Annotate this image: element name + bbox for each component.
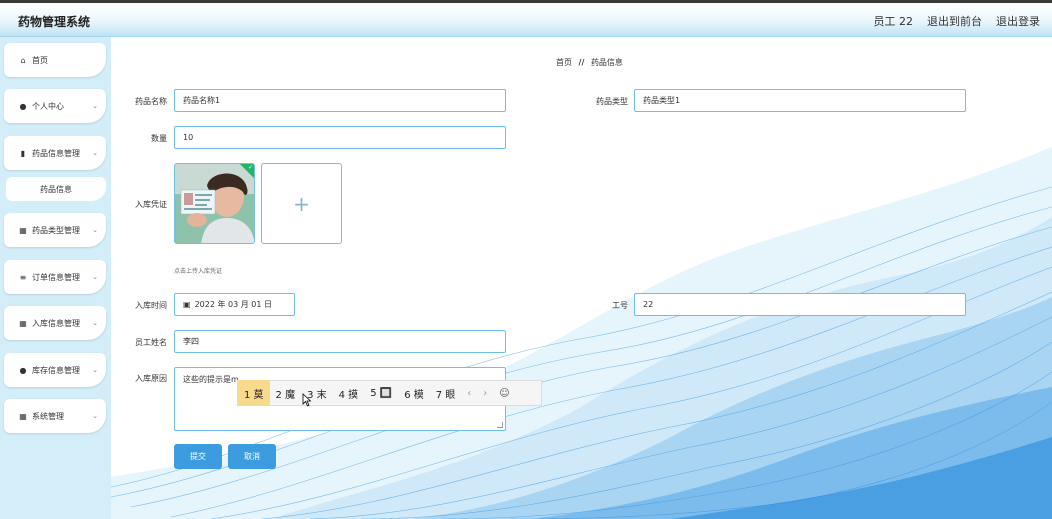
- sidebar-item-system-mgmt[interactable]: ▦ 系统管理 ⌄: [4, 399, 106, 433]
- resize-handle[interactable]: [497, 422, 503, 428]
- sidebar-item-profile[interactable]: ● 个人中心 ⌄: [4, 89, 106, 123]
- employee-name-input[interactable]: 李四: [174, 330, 506, 353]
- quantity-input[interactable]: 10: [174, 126, 506, 149]
- sidebar-item-order-mgmt[interactable]: ≡ 订单信息管理 ⌄: [4, 260, 106, 294]
- sidebar-item-label: 订单信息管理: [32, 272, 80, 282]
- voucher-label: 入库凭证: [135, 200, 167, 209]
- breadcrumb-separator: //: [578, 58, 585, 67]
- sidebar-item-label: 库存信息管理: [32, 365, 80, 375]
- back-to-front-link[interactable]: 退出到前台: [927, 13, 982, 29]
- stock-in-date-value: 2022 年 03 月 01 日: [194, 300, 272, 309]
- sidebar-item-label: 药品类型管理: [32, 225, 80, 235]
- chevron-down-icon: ⌄: [92, 226, 98, 234]
- ime-prev-page-icon[interactable]: ‹: [461, 388, 477, 399]
- sidebar: ⌂ 首页 ● 个人中心 ⌄ ▮ 药品信息管理 ⌄ 药品信息 ▦ 药品类型管理 ⌄…: [0, 37, 111, 519]
- app-title: 药物管理系统: [18, 15, 91, 29]
- table-icon: ▦: [19, 318, 27, 328]
- chevron-down-icon: ⌄: [92, 319, 98, 327]
- check-icon: ✓: [247, 164, 253, 171]
- logout-link[interactable]: 退出登录: [996, 13, 1040, 29]
- sidebar-item-label: 药品信息管理: [32, 148, 80, 158]
- user-icon: ●: [19, 365, 27, 375]
- ime-next-page-icon[interactable]: ›: [477, 388, 493, 399]
- grid-icon: ▦: [19, 225, 27, 235]
- chevron-down-icon: ⌄: [92, 412, 98, 420]
- voucher-upload-hint: 点击上传入库凭证: [174, 268, 223, 275]
- sidebar-item-drug-type-mgmt[interactable]: ▦ 药品类型管理 ⌄: [4, 213, 106, 247]
- ime-candidate[interactable]: 1 莫: [238, 380, 270, 406]
- list-icon: ≡: [19, 272, 27, 282]
- ime-candidate[interactable]: 4 摸: [333, 380, 365, 406]
- sidebar-item-label: 系统管理: [32, 411, 64, 421]
- ime-candidate[interactable]: 5 🔲: [364, 380, 398, 406]
- chevron-down-icon: ⌄: [92, 102, 98, 110]
- drug-name-input[interactable]: 药品名称1: [174, 89, 506, 112]
- user-icon: ●: [19, 101, 27, 111]
- header-links: 员工 22 退出到前台 退出登录: [874, 13, 1041, 29]
- employee-no-label: 工号: [612, 301, 628, 310]
- chevron-down-icon: ⌄: [92, 273, 98, 281]
- sidebar-subitem-drug-info[interactable]: 药品信息: [6, 177, 106, 201]
- stock-in-time-label: 入库时间: [135, 301, 167, 310]
- ime-candidate[interactable]: 7 眼: [430, 380, 462, 406]
- emoji-icon[interactable]: ☺: [499, 388, 509, 399]
- cancel-button[interactable]: 取消: [228, 444, 276, 469]
- sidebar-item-label: 个人中心: [32, 101, 64, 111]
- breadcrumb-home[interactable]: 首页: [556, 58, 572, 67]
- drug-type-input[interactable]: 药品类型1: [634, 89, 966, 112]
- sidebar-item-home[interactable]: ⌂ 首页: [4, 43, 106, 77]
- employee-no-input[interactable]: 22: [634, 293, 966, 316]
- breadcrumb-current: 药品信息: [590, 58, 623, 67]
- ime-candidate[interactable]: 2 魔: [270, 380, 302, 406]
- drug-name-label: 药品名称: [135, 97, 167, 106]
- book-icon: ▮: [20, 148, 26, 158]
- sidebar-item-drug-info-mgmt[interactable]: ▮ 药品信息管理 ⌄: [4, 136, 106, 170]
- calendar-icon: ▣: [183, 300, 191, 309]
- sidebar-subitem-label: 药品信息: [40, 184, 72, 194]
- chevron-down-icon: ⌄: [92, 366, 98, 374]
- sidebar-item-label: 首页: [32, 55, 48, 65]
- employee-name-label: 员工姓名: [135, 338, 167, 347]
- plus-icon: +: [293, 191, 310, 216]
- stock-in-reason-label: 入库原因: [135, 374, 167, 383]
- upload-add-button[interactable]: +: [261, 163, 342, 244]
- grid-icon: ▦: [19, 411, 27, 421]
- stock-in-reason-text: 这些的提示是m: [183, 375, 239, 384]
- sidebar-item-inventory-mgmt[interactable]: ● 库存信息管理 ⌄: [4, 353, 106, 387]
- breadcrumb: 首页 // 药品信息: [556, 57, 623, 68]
- current-user-label[interactable]: 员工 22: [874, 13, 914, 29]
- voucher-image-thumbnail[interactable]: ✓: [174, 163, 255, 244]
- chevron-down-icon: ⌄: [92, 149, 98, 157]
- sidebar-item-stock-in-mgmt[interactable]: ▦ 入库信息管理 ⌄: [4, 306, 106, 340]
- mouse-cursor-icon: [302, 393, 312, 407]
- home-icon: ⌂: [20, 55, 26, 65]
- stock-in-date-picker[interactable]: ▣ 2022 年 03 月 01 日: [174, 293, 295, 316]
- sidebar-item-label: 入库信息管理: [32, 318, 80, 328]
- top-header: 药物管理系统 员工 22 退出到前台 退出登录: [0, 3, 1052, 37]
- id-card-photo: [175, 164, 254, 243]
- ime-candidate-bar: 1 莫 2 魔 3 末 4 摸 5 🔲 6 模 7 眼 ‹ › ☺: [237, 380, 542, 406]
- submit-button[interactable]: 提交: [174, 444, 222, 469]
- drug-type-label: 药品类型: [596, 97, 628, 106]
- ime-candidate[interactable]: 6 模: [398, 380, 430, 406]
- main-content: 首页 // 药品信息 药品名称 药品名称1 药品类型 药品类型1 数量 10 入…: [111, 37, 1052, 519]
- quantity-label: 数量: [151, 134, 167, 143]
